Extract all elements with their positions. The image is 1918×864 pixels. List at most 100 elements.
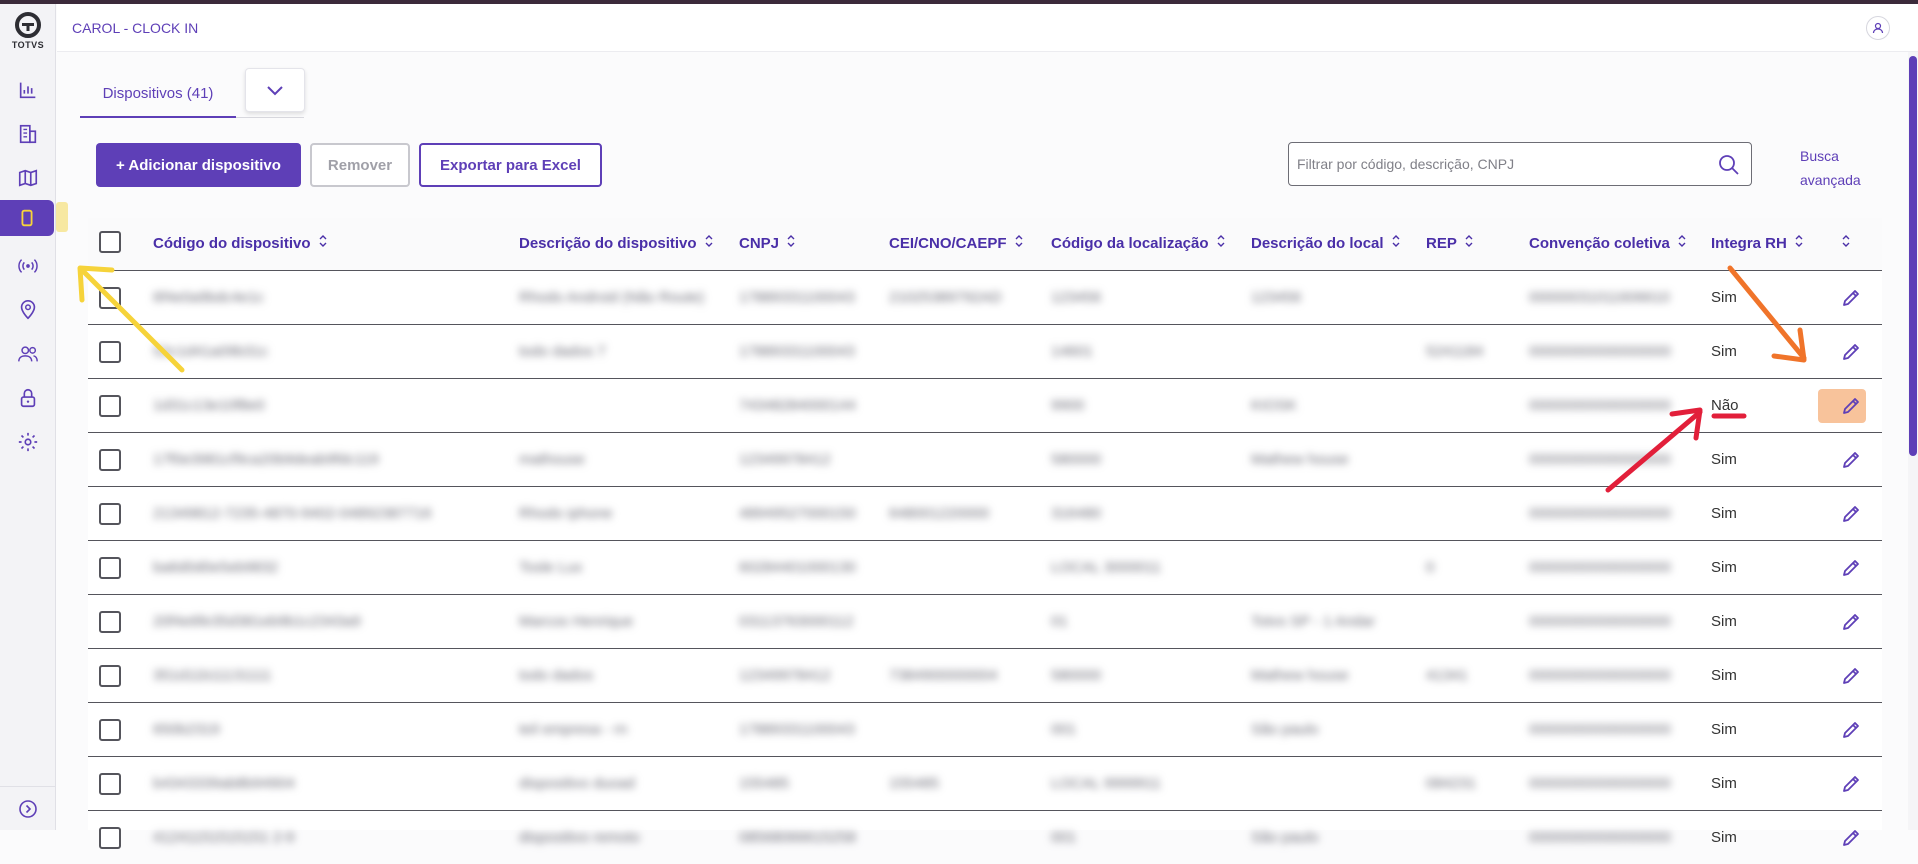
row-checkbox[interactable]: [99, 287, 121, 309]
sort-icon[interactable]: [787, 234, 795, 252]
cell-rep: 0: [1426, 559, 1435, 576]
sidebar-expand-button[interactable]: [0, 786, 56, 830]
pencil-icon: [1843, 560, 1859, 576]
table-row[interactable]: 52c1d41a09b31c todo dados 7 17889331100043…: [88, 324, 1882, 378]
cell-integra: Sim: [1711, 451, 1737, 468]
search-icon: [1719, 155, 1739, 175]
cell-integra: Sim: [1711, 829, 1737, 846]
cell-descricao: Rhodo iphone: [519, 505, 613, 522]
totvs-logo[interactable]: TOTVS: [0, 12, 56, 50]
edit-button[interactable]: [1838, 825, 1864, 851]
export-excel-button[interactable]: Exportar para Excel: [419, 143, 602, 187]
scrollbar-thumb[interactable]: [1909, 56, 1917, 456]
column-header[interactable]: Integra RH: [1711, 234, 1803, 252]
remove-button[interactable]: Remover: [310, 143, 410, 187]
row-checkbox[interactable]: [99, 341, 121, 363]
cell-descricao: mathouse: [519, 451, 585, 468]
search-input[interactable]: [1297, 153, 1697, 175]
edit-button[interactable]: [1838, 663, 1864, 689]
nav-item-map[interactable]: [0, 160, 56, 196]
nav-item-users[interactable]: [0, 336, 56, 372]
column-header[interactable]: CEI/CNO/CAEPF: [889, 234, 1023, 252]
add-device-button[interactable]: + Adicionar dispositivo: [96, 143, 301, 187]
column-header[interactable]: Código do dispositivo: [153, 234, 327, 252]
app-header: CAROL - CLOCK IN: [57, 4, 1918, 52]
nav-item-broadcast[interactable]: [0, 248, 56, 284]
cell-integra: Sim: [1711, 721, 1737, 738]
column-header[interactable]: Descrição do dispositivo: [519, 234, 713, 252]
row-checkbox[interactable]: [99, 395, 121, 417]
cell-cnpj: 12349978412: [739, 667, 831, 684]
sort-icon[interactable]: [1465, 234, 1473, 252]
edit-button[interactable]: [1838, 339, 1864, 365]
column-header-label: REP: [1426, 234, 1457, 252]
column-header[interactable]: Código da localização: [1051, 234, 1225, 252]
table-row[interactable]: 41241151515151 2-9 dispositivo remoto 0856…: [88, 810, 1882, 864]
sort-icon[interactable]: [1217, 234, 1225, 252]
cell-cod-local: 14601: [1051, 343, 1093, 360]
cell-convencao: 00000000000000000: [1529, 451, 1671, 468]
row-checkbox[interactable]: [99, 557, 121, 579]
row-checkbox[interactable]: [99, 449, 121, 471]
table-row[interactable]: 1d31c13e10f8e0 74348284000144 9900 KIOSK 000…: [88, 378, 1882, 432]
advanced-search-link[interactable]: Busca avançada: [1800, 144, 1880, 192]
nav-item-dashboard[interactable]: [0, 72, 56, 108]
nav-item-companies[interactable]: [0, 116, 56, 152]
nav-item-settings[interactable]: [0, 424, 56, 460]
lock-icon: [20, 388, 36, 408]
table-row[interactable]: b4343339ab8b94904 dispositivo duoad 155485…: [88, 756, 1882, 810]
row-checkbox[interactable]: [99, 773, 121, 795]
row-checkbox[interactable]: [99, 827, 121, 849]
table-row[interactable]: 17f0e3981cf9ca20b9deab9fdc119 mathouse 123…: [88, 432, 1882, 486]
column-header[interactable]: CNPJ: [739, 234, 795, 252]
app-title: CAROL - CLOCK IN: [72, 20, 199, 36]
sort-icon[interactable]: [1392, 234, 1400, 252]
pencil-icon: [1843, 668, 1859, 684]
edit-button[interactable]: [1838, 555, 1864, 581]
table-row[interactable]: 6f4e0a9bdc4e1c Rhodo Android (Não Route) 1…: [88, 270, 1882, 324]
edit-button[interactable]: [1838, 771, 1864, 797]
select-all-checkbox[interactable]: [99, 231, 121, 253]
sort-icon[interactable]: [1015, 234, 1023, 252]
devices-table: Código do dispositivo Descrição do dispos…: [88, 218, 1882, 849]
column-config-sort-icon[interactable]: [1842, 234, 1850, 248]
row-checkbox[interactable]: [99, 503, 121, 525]
edit-button[interactable]: [1838, 447, 1864, 473]
table-row[interactable]: 650b2319 teil empresa - rn 17889331100043 0…: [88, 702, 1882, 756]
cell-convencao: 00000000000000000: [1529, 343, 1671, 360]
user-menu-button[interactable]: [1866, 16, 1890, 40]
cell-convencao: 00000000000000000: [1529, 559, 1671, 576]
nav-item-devices[interactable]: [0, 200, 68, 236]
table-row[interactable]: 351d11b11131111 todo dados 12349978412 7384…: [88, 648, 1882, 702]
cell-convencao: 00000000000000000: [1529, 829, 1671, 846]
edit-button[interactable]: [1838, 285, 1864, 311]
tab-dispositivos[interactable]: Dispositivos (41): [80, 70, 236, 118]
sort-icon[interactable]: [1795, 234, 1803, 252]
nav-item-permissions[interactable]: [0, 380, 56, 416]
column-header[interactable]: Descrição do local: [1251, 234, 1400, 252]
sort-icon[interactable]: [705, 234, 713, 252]
search-button[interactable]: [1717, 153, 1741, 182]
nav-item-locations[interactable]: [0, 292, 56, 328]
edit-button[interactable]: [1838, 609, 1864, 635]
edit-button[interactable]: [1838, 717, 1864, 743]
table-row[interactable]: 21349812-7235-4870-9402-04892387716 Rhodo…: [88, 486, 1882, 540]
sort-icon[interactable]: [319, 234, 327, 252]
row-checkbox[interactable]: [99, 611, 121, 633]
column-header[interactable]: Convenção coletiva: [1529, 234, 1686, 252]
edit-button[interactable]: [1838, 501, 1864, 527]
table-row[interactable]: 20f4e6fe35d381eb9b1c2343a9 Marcos Henriqu…: [88, 594, 1882, 648]
cell-convencao: 00000000000000000: [1529, 613, 1671, 630]
row-checkbox[interactable]: [99, 719, 121, 741]
row-checkbox[interactable]: [99, 665, 121, 687]
cell-codigo: 20f4e6fe35d381eb9b1c2343a9: [153, 613, 361, 630]
tab-more-button[interactable]: [245, 68, 305, 112]
tab-divider: [236, 117, 304, 118]
cell-desc-local: São paulo: [1251, 721, 1319, 738]
edit-button[interactable]: [1838, 393, 1864, 419]
cell-codigo: 1d31c13e10f8e0: [153, 397, 265, 414]
sort-icon[interactable]: [1678, 234, 1686, 252]
cell-cod-local: 580000: [1051, 667, 1102, 684]
table-row[interactable]: ba6d0d0e5eb9832 Tosle Lux 60284401000130 LO…: [88, 540, 1882, 594]
column-header[interactable]: REP: [1426, 234, 1473, 252]
